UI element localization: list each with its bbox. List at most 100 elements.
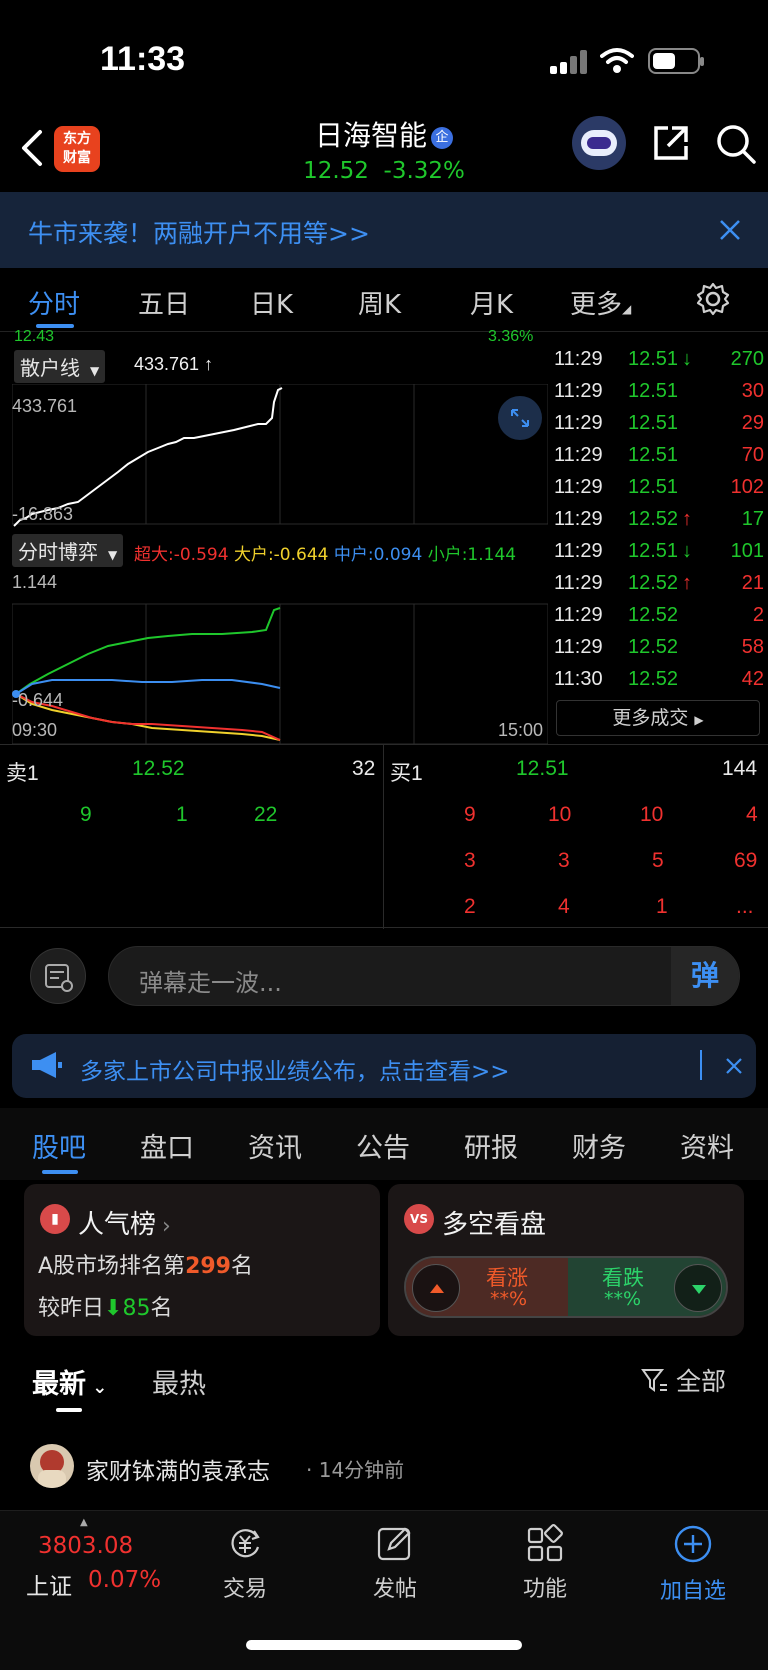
grid-icon xyxy=(527,1524,563,1562)
promo-banner-text: 牛市来袭！两融开户不用等>> xyxy=(28,219,370,248)
tick-row: 11:29 12.51 30 xyxy=(554,380,764,402)
home-indicator[interactable] xyxy=(246,1640,522,1650)
close-icon[interactable] xyxy=(724,1056,744,1076)
index-name: 上证 xyxy=(26,1574,72,1600)
danmu-send-button[interactable]: 弹 xyxy=(671,947,739,1005)
chart-period-tabs: 分时 五日 日K 周K 月K 更多◢ xyxy=(0,268,768,332)
retail-line-min: -16.863 xyxy=(12,504,74,524)
edit-icon xyxy=(377,1527,411,1561)
section-tab-indicator xyxy=(42,1170,78,1174)
bull-bear-toggle: 看涨 **% 看跌 **% xyxy=(404,1256,728,1318)
buy-queue-item: 10 xyxy=(640,803,664,826)
sell1-price: 12.52 xyxy=(132,757,185,780)
index-value: 3803.08 xyxy=(38,1533,134,1559)
buy-queue-item: ... xyxy=(736,895,754,918)
tick-row: 11:29 12.51 29 xyxy=(554,412,764,434)
buy-queue-item: 10 xyxy=(548,803,572,826)
tab-monthly-k[interactable]: 月K xyxy=(470,284,513,321)
buy-queue-item: 4 xyxy=(746,803,758,826)
buy1-price: 12.51 xyxy=(516,757,569,780)
more-deals-button[interactable]: 更多成交 ▶ xyxy=(556,700,760,736)
popularity-card[interactable]: ▮ 人气榜 › A股市场排名第299名 较昨日⬇85名 xyxy=(24,1184,380,1336)
bear-button[interactable]: 看跌 **% xyxy=(568,1258,726,1316)
tab-news[interactable]: 资讯 xyxy=(248,1126,302,1165)
share-icon[interactable] xyxy=(650,122,692,164)
order-book: 卖1 12.52 32 买1 12.51 144 9 1 22 9 10 10 … xyxy=(0,744,768,929)
bull-button[interactable]: 看涨 **% xyxy=(406,1258,568,1316)
retail-line-value: 433.761 ↑ xyxy=(134,354,214,374)
ranking-icon: ▮ xyxy=(40,1204,70,1234)
buy-queue-item: 1 xyxy=(656,895,668,918)
tab-daily-k[interactable]: 日K xyxy=(250,284,293,321)
tick-row: 11:29 12.51 102 xyxy=(554,476,764,498)
post-author[interactable]: 家财钵满的袁承志 xyxy=(86,1452,270,1486)
nav-trade[interactable]: 交易 xyxy=(190,1523,300,1603)
game-legend: 超大:-0.594 大户:-0.644 中户:0.094 小户:1.144 xyxy=(134,540,516,565)
status-time: 11:33 xyxy=(100,40,186,78)
megaphone-icon xyxy=(32,1052,62,1078)
nav-post[interactable]: 发帖 xyxy=(340,1523,450,1603)
arrow-up-icon xyxy=(430,1284,444,1293)
nav-add-watchlist[interactable]: 加自选 xyxy=(638,1523,748,1605)
buy-queue-item: 5 xyxy=(652,849,664,872)
legend-super-large: 超大:-0.594 xyxy=(134,545,229,565)
danmu-input[interactable]: 弹幕走一波... 弹 xyxy=(108,946,740,1006)
legend-mid: 中户:0.094 xyxy=(333,545,423,565)
buy1-volume: 144 xyxy=(722,757,758,780)
notice-bar[interactable]: 多家上市公司中报业绩公布，点击查看>> xyxy=(12,1034,756,1098)
expand-icon[interactable] xyxy=(498,396,542,440)
tab-intraday[interactable]: 分时 xyxy=(28,284,80,321)
index-ticker[interactable]: ▲ 3803.08 上证 0.07% xyxy=(24,1511,174,1621)
tick-row: 11:29 12.52 ↑ 17 xyxy=(554,508,764,530)
tab-weekly-k[interactable]: 周K xyxy=(358,284,401,321)
promo-banner[interactable]: 牛市来袭！两融开户不用等>> xyxy=(0,192,768,268)
tab-five-day[interactable]: 五日 xyxy=(138,284,190,321)
retail-line-max: 433.761 xyxy=(12,396,78,416)
tab-announcements[interactable]: 公告 xyxy=(356,1126,410,1165)
feed-tab-indicator xyxy=(56,1408,82,1412)
tick-row: 11:29 12.52 ↑ 21 xyxy=(554,572,764,594)
sell-queue-item: 22 xyxy=(254,803,278,826)
buy1-label: 买1 xyxy=(390,762,423,785)
tab-guba[interactable]: 股吧 xyxy=(32,1126,86,1165)
tab-research[interactable]: 研报 xyxy=(464,1126,518,1165)
avatar[interactable] xyxy=(30,1444,74,1488)
stock-header: 东方 财富 日海智能企 12.52 -3.32% xyxy=(0,110,768,192)
nav-functions[interactable]: 功能 xyxy=(490,1523,600,1603)
tab-profile[interactable]: 资料 xyxy=(680,1126,734,1165)
wifi-icon xyxy=(600,48,634,73)
tick-row: 11:29 12.51 ↓ 270 xyxy=(554,348,764,370)
filter-icon xyxy=(641,1369,667,1392)
post-item[interactable]: 家财钵满的袁承志 · 14分钟前 xyxy=(0,1432,768,1502)
sell1-volume: 32 xyxy=(352,757,376,780)
tab-more[interactable]: 更多◢ xyxy=(570,284,631,321)
retail-line-selector[interactable]: 散户线 ▼ xyxy=(14,350,106,383)
sentiment-card[interactable]: VS 多空看盘 看涨 **% 看跌 **% xyxy=(388,1184,744,1336)
notice-divider xyxy=(700,1050,702,1080)
cut-price-label: 12.43 xyxy=(14,328,55,345)
order-book-divider xyxy=(383,745,384,929)
add-circle-icon xyxy=(674,1525,712,1563)
filter-button[interactable]: 全部 xyxy=(640,1362,726,1398)
dropdown-icon: ▼ xyxy=(90,364,100,378)
sell-queue-item: 9 xyxy=(80,803,92,826)
danmu-settings-icon[interactable] xyxy=(30,948,86,1004)
tab-finance[interactable]: 财务 xyxy=(572,1126,626,1165)
post-time: · 14分钟前 xyxy=(306,1458,405,1482)
game-indicator-selector[interactable]: 分时博弈 ▼ xyxy=(12,534,124,567)
game-panel-max: 1.144 xyxy=(12,572,58,592)
settings-gear-icon[interactable] xyxy=(696,282,730,316)
tab-pankou[interactable]: 盘口 xyxy=(140,1126,194,1165)
tab-hot[interactable]: 最热 xyxy=(152,1362,206,1401)
index-change: 0.07% xyxy=(88,1567,162,1593)
buy-queue-item: 9 xyxy=(464,803,476,826)
buy-queue-item: 2 xyxy=(464,895,476,918)
search-icon[interactable] xyxy=(714,122,758,166)
vs-icon: VS xyxy=(404,1204,434,1234)
time-axis-start: 09:30 xyxy=(12,720,58,740)
dropdown-triangle-icon: ◢ xyxy=(622,302,632,316)
robot-assistant-icon[interactable] xyxy=(572,116,626,170)
tab-latest[interactable]: 最新 ⌄ xyxy=(32,1362,107,1401)
close-icon[interactable] xyxy=(718,218,742,242)
signal-icon xyxy=(550,50,590,74)
